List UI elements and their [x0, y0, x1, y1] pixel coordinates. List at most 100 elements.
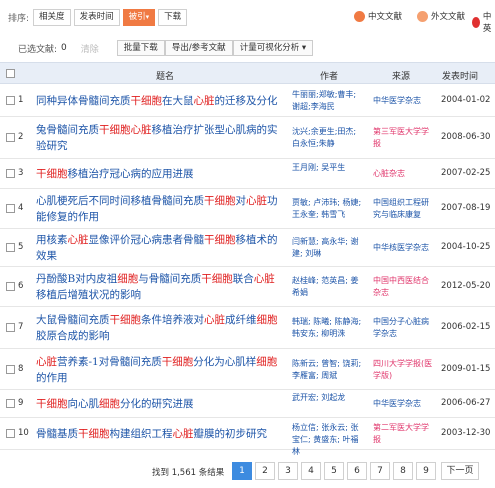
row-checkbox[interactable] [6, 133, 15, 142]
article-title-link[interactable]: 干细胞移植治疗冠心病的应用进展 [36, 166, 278, 182]
sort-download-button[interactable]: 下载 [158, 8, 188, 26]
table-row: 3 干细胞移植治疗冠心病的应用进展 王月刚; 吴平生 心脏杂志 2007-02-25 [0, 159, 495, 189]
author-link[interactable]: 牛丽丽;郑敏;曹丰;谢超;李海民 [292, 89, 362, 113]
source-link[interactable]: 第三军医大学学报 [373, 126, 435, 150]
source-link[interactable]: 中国组织工程研究与临床康复 [373, 197, 435, 221]
foreign-literature-toggle[interactable]: 外文文献 [417, 10, 465, 22]
batch-download-button[interactable]: 批量下载 [116, 40, 165, 56]
page-8-button[interactable]: 8 [393, 462, 413, 480]
author-link[interactable]: 陈新云; 曾智; 饶莉; 李雁富; 周斌 [292, 358, 362, 382]
row-checkbox[interactable] [6, 399, 15, 408]
article-title-link[interactable]: 心肌梗死后不同时间移植骨髓间充质干细胞对心脏功能修复的作用 [36, 193, 278, 225]
chinese-literature-label: 中文文献 [368, 12, 403, 22]
author-link[interactable]: 贾敏; 卢沛玮; 杨婕; 王永奎; 韩雪飞 [292, 197, 362, 221]
result-toolbar: 已选文献: 0 清除 批量下载 导出/参考文献 计量可视化分析 ▾ [0, 38, 495, 58]
next-page-button[interactable]: 下一页 [441, 462, 479, 480]
row-number: 6 [18, 281, 24, 291]
article-title-link[interactable]: 丹酚酸B对内皮祖细胞与骨髓间充质干细胞联合心脏移植后增殖状况的影响 [36, 271, 278, 303]
page-2-button[interactable]: 2 [255, 462, 275, 480]
page-6-button[interactable]: 6 [347, 462, 367, 480]
source-link[interactable]: 四川大学学报(医学版) [373, 358, 435, 382]
row-checkbox[interactable] [6, 96, 15, 105]
publish-date: 2008-06-30 [441, 132, 491, 142]
source-link[interactable]: 中国分子心脏病学杂志 [373, 316, 435, 340]
chinese-literature-toggle[interactable]: 中文文献 [354, 10, 402, 22]
source-link[interactable]: 中华医学杂志 [373, 95, 435, 107]
article-title-link[interactable]: 兔骨髓间充质干细胞心脏移植治疗扩张型心肌病的实验研究 [36, 122, 278, 154]
sort-date-button[interactable]: 发表时间 [73, 8, 120, 26]
publish-date: 2009-01-15 [441, 364, 491, 374]
source-link[interactable]: 第二军医大学学报 [373, 422, 435, 446]
header-date: 发表时间 [442, 72, 479, 82]
row-number: 8 [18, 364, 24, 374]
row-number: 1 [18, 95, 24, 105]
visual-analysis-button[interactable]: 计量可视化分析 ▾ [232, 40, 314, 56]
publish-date: 2003-12-30 [441, 428, 491, 438]
clear-selection-link[interactable]: 清除 [81, 42, 99, 55]
table-row: 4 心肌梗死后不同时间移植骨髓间充质干细胞对心脏功能修复的作用 贾敏; 卢沛玮; 杨… [0, 189, 495, 229]
author-link[interactable]: 沈兴;余更生;田杰;白永恒;朱静 [292, 126, 362, 150]
row-checkbox[interactable] [6, 429, 15, 438]
table-row: 7 大鼠骨髓间充质干细胞条件培养液对心脏成纤维细胞胶原合成的影响 韩瑞; 陈曦; 陈… [0, 307, 495, 349]
article-title-link[interactable]: 同种异体骨髓间充质干细胞在大鼠心脏的迁移及分化 [36, 93, 278, 109]
header-author: 作者 [320, 72, 339, 82]
table-row: 6 丹酚酸B对内皮祖细胞与骨髓间充质干细胞联合心脏移植后增殖状况的影响 赵桂峰; 范… [0, 267, 495, 307]
publish-date: 2007-02-25 [441, 168, 491, 178]
row-checkbox[interactable] [6, 243, 15, 252]
row-checkbox[interactable] [6, 282, 15, 291]
source-link[interactable]: 心脏杂志 [373, 168, 435, 180]
article-title-link[interactable]: 干细胞向心肌细胞分化的研究进展 [36, 396, 278, 412]
page-7-button[interactable]: 7 [370, 462, 390, 480]
table-row: 8 心脏营养素-1对骨髓间充质干细胞分化为心肌样细胞的作用 陈新云; 曾智; 饶莉;… [0, 349, 495, 390]
row-checkbox[interactable] [6, 169, 15, 178]
article-title-link[interactable]: 用核素心脏显像评价冠心病患者骨髓干细胞移植术的效果 [36, 232, 278, 264]
page-9-button[interactable]: 9 [416, 462, 436, 480]
row-number: 5 [18, 242, 24, 252]
header-source: 来源 [392, 72, 411, 82]
table-row: 9 干细胞向心肌细胞分化的研究进展 武开宏; 刘起龙 中华医学杂志 2006-06-27 [0, 390, 495, 418]
row-number: 4 [18, 203, 24, 213]
foreign-globe-icon [417, 10, 428, 22]
source-link[interactable]: 中华医学杂志 [373, 398, 435, 410]
publish-date: 2012-05-20 [441, 281, 491, 291]
page-3-button[interactable]: 3 [278, 462, 298, 480]
row-checkbox[interactable] [6, 365, 15, 374]
row-checkbox[interactable] [6, 323, 15, 332]
page-5-button[interactable]: 5 [324, 462, 344, 480]
table-row: 5 用核素心脏显像评价冠心病患者骨髓干细胞移植术的效果 闫新慧; 高永华; 谢建; … [0, 229, 495, 267]
article-title-link[interactable]: 大鼠骨髓间充质干细胞条件培养液对心脏成纤维细胞胶原合成的影响 [36, 312, 278, 344]
row-number: 2 [18, 132, 24, 142]
row-number: 7 [18, 322, 24, 332]
cn-en-toggle[interactable]: 中英 [472, 10, 495, 34]
author-link[interactable]: 杨立信; 张永云; 张宝仁; 黄盛东; 叶福林 [292, 422, 362, 458]
table-row: 1 同种异体骨髓间充质干细胞在大鼠心脏的迁移及分化 牛丽丽;郑敏;曹丰;谢超;李海民… [0, 85, 495, 117]
select-all-checkbox[interactable] [6, 69, 15, 78]
cn-en-label: 中英 [482, 12, 492, 34]
author-link[interactable]: 王月刚; 吴平生 [292, 162, 362, 174]
author-link[interactable]: 武开宏; 刘起龙 [292, 392, 362, 404]
article-title-link[interactable]: 骨髓基质干细胞构建组织工程心脏瓣膜的初步研究 [36, 426, 278, 442]
selected-label: 已选文献: [18, 44, 58, 55]
row-number: 10 [18, 428, 29, 438]
header-title: 题名 [156, 72, 175, 82]
source-link[interactable]: 中国中西医结合杂志 [373, 275, 435, 299]
pagination: 找到 1,561 条结果 1 2 3 4 5 6 7 8 9 下一页 [0, 458, 495, 484]
sort-cited-label: 被引 [128, 11, 146, 22]
article-title-link[interactable]: 心脏营养素-1对骨髓间充质干细胞分化为心肌样细胞的作用 [36, 354, 278, 386]
sort-relevance-button[interactable]: 相关度 [33, 8, 71, 26]
sort-desc-icon: ▾ [145, 12, 150, 21]
page-1-button[interactable]: 1 [232, 462, 252, 480]
author-link[interactable]: 韩瑞; 陈曦; 陈静海; 韩安东; 柳明洙 [292, 316, 362, 340]
table-header: 题名 作者 来源 发表时间 [0, 62, 495, 84]
page-4-button[interactable]: 4 [301, 462, 321, 480]
sort-cited-button[interactable]: 被引▾ [122, 8, 156, 26]
publish-date: 2006-06-27 [441, 398, 491, 408]
row-number: 9 [18, 398, 24, 408]
export-references-button[interactable]: 导出/参考文献 [164, 40, 233, 56]
author-link[interactable]: 赵桂峰; 范英昌; 姜希娟 [292, 275, 362, 299]
table-row: 10 骨髓基质干细胞构建组织工程心脏瓣膜的初步研究 杨立信; 张永云; 张宝仁; 黄… [0, 418, 495, 456]
source-link[interactable]: 中华核医学杂志 [373, 242, 435, 254]
publish-date: 2004-10-25 [441, 242, 491, 252]
row-checkbox[interactable] [6, 204, 15, 213]
author-link[interactable]: 闫新慧; 高永华; 谢建; 刘琳 [292, 236, 362, 260]
